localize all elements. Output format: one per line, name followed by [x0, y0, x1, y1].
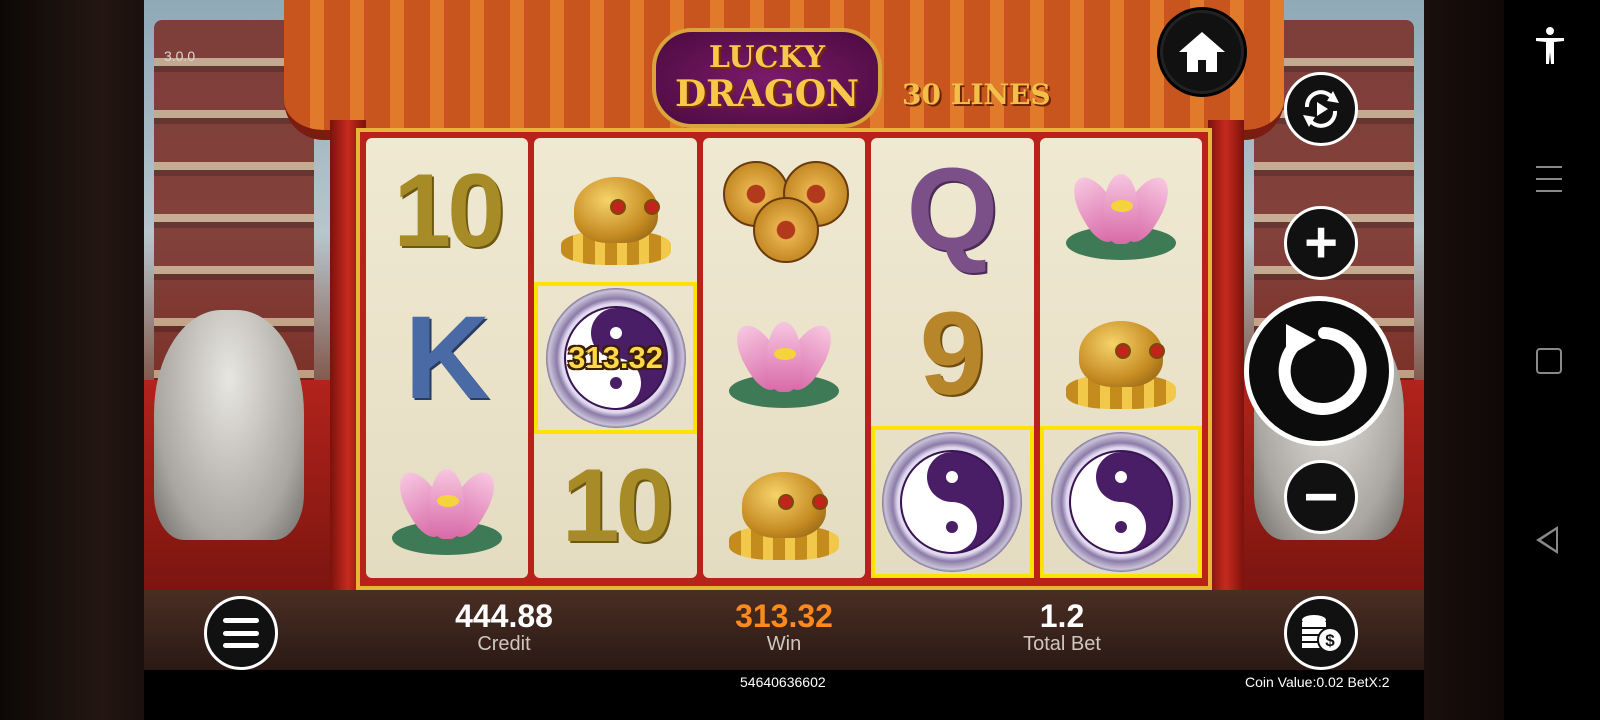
reel-cell	[1040, 138, 1202, 282]
reel-cell: 9	[871, 282, 1033, 426]
logo-line2: DRAGON	[674, 73, 860, 115]
symbol-10: 10	[393, 153, 505, 270]
reel-cell	[703, 138, 865, 285]
svg-text:$: $	[1325, 631, 1335, 650]
win-label: Win	[766, 633, 802, 655]
money-toad-icon	[556, 155, 676, 265]
menu-button[interactable]	[204, 596, 278, 670]
coin-info: Coin Value:0.02 BetX:2	[1245, 674, 1390, 690]
left-background	[0, 0, 144, 720]
reel-cell	[1040, 282, 1202, 426]
reel-cell	[534, 138, 696, 282]
symbol-10: 10	[561, 448, 674, 564]
total-bet-value: 1.2	[1039, 598, 1085, 634]
reel-cell	[703, 285, 865, 432]
win-display: 313.32 Win	[684, 598, 884, 656]
symbol-9: 9	[919, 288, 986, 420]
home-button[interactable]	[1160, 10, 1244, 94]
reel-cell: Q	[871, 138, 1033, 282]
reel-5	[1039, 138, 1203, 578]
credit-display: 444.88 Credit	[404, 598, 604, 656]
paylines-label: 30 LINES	[902, 78, 1051, 111]
credit-value: 444.88	[455, 598, 553, 634]
money-toad-icon	[1061, 299, 1181, 409]
version-label: 3.0.0	[164, 48, 196, 64]
accessibility-icon[interactable]	[1534, 26, 1566, 66]
logo-line1: LUCKY	[708, 40, 826, 75]
reel-2: 313.32 10	[534, 138, 697, 578]
symbol-q: Q	[906, 144, 999, 276]
money-toad-icon	[724, 450, 844, 560]
stone-lion-left	[154, 310, 304, 540]
spin-button[interactable]	[1244, 296, 1394, 446]
reel-4: Q9	[871, 138, 1034, 578]
win-value: 313.32	[735, 598, 833, 634]
plus-icon: +	[1304, 210, 1338, 275]
yin-yang-icon	[882, 432, 1023, 572]
nav-menu-icon[interactable]	[1536, 166, 1562, 192]
nav-recents-icon[interactable]	[1536, 348, 1562, 374]
increase-bet-button[interactable]: +	[1284, 206, 1358, 280]
lotus-icon	[727, 308, 841, 408]
game-stage: 3.0.0 LUCKY DRAGON 30 LINES 10 K 313.32 10 Q…	[144, 0, 1424, 670]
spin-icon	[1278, 324, 1367, 415]
yin-yang-icon	[1050, 432, 1191, 572]
reel-3	[702, 138, 866, 578]
symbol-k: K	[404, 292, 490, 424]
pillar-right	[1208, 120, 1244, 590]
game-logo: LUCKY DRAGON	[652, 28, 882, 128]
total-bet-label: Total Bet	[1023, 633, 1101, 655]
reel-cell	[1039, 426, 1203, 578]
reel-cell: 10	[366, 138, 528, 285]
minus-icon: −	[1303, 463, 1339, 530]
reel-cell	[871, 426, 1034, 578]
reel-grid: 10 K 313.32 10 Q 9	[356, 128, 1212, 590]
nav-back-icon-inner	[1541, 530, 1556, 550]
round-id: 54640636602	[740, 674, 826, 690]
reel-cell	[366, 431, 528, 578]
coins-icon: $	[1302, 615, 1343, 653]
reel-cell: K	[366, 285, 528, 432]
menu-icon	[223, 618, 259, 648]
autoplay-icon	[1303, 90, 1339, 128]
reel-1: 10 K	[366, 138, 529, 578]
reel-cell: 10	[534, 434, 696, 578]
right-background	[1424, 0, 1504, 720]
win-amount-overlay: 313.32	[568, 340, 664, 375]
chinese-coins-icon	[719, 161, 850, 264]
decrease-bet-button[interactable]: −	[1284, 460, 1358, 534]
bet-settings-button[interactable]: $	[1284, 596, 1358, 670]
autoplay-button[interactable]	[1284, 72, 1358, 146]
home-icon	[1179, 32, 1225, 72]
lotus-icon	[1064, 160, 1178, 260]
total-bet-display: 1.2 Total Bet	[962, 598, 1162, 656]
lotus-icon	[390, 455, 504, 555]
credit-label: Credit	[477, 633, 531, 655]
reel-cell: 313.32	[534, 282, 697, 434]
reel-cell	[703, 431, 865, 578]
